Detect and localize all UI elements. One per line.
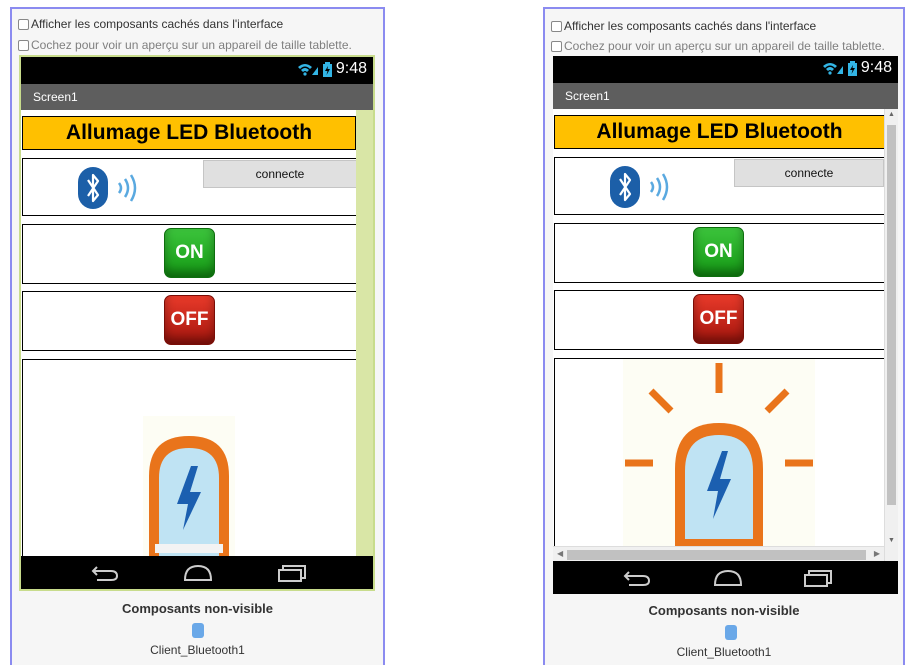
bluetooth-icon: [610, 166, 640, 208]
scroll-thumb[interactable]: [567, 550, 866, 560]
connect-button[interactable]: connecte: [734, 159, 884, 187]
scroll-right-icon[interactable]: ▶: [874, 549, 880, 558]
bluetooth-icon: [78, 167, 108, 209]
non-visible-title: Composants non-visible: [122, 601, 273, 616]
bluetooth-client-icon[interactable]: [725, 625, 737, 640]
signal-waves-icon: [649, 173, 669, 201]
screen-canvas: Allumage LED Bluetooth connecte ON: [553, 109, 898, 562]
off-label: OFF: [170, 309, 209, 330]
checkbox-box[interactable]: [551, 20, 562, 32]
led-off-image: [143, 416, 235, 560]
non-visible-component[interactable]: Client_Bluetooth1: [545, 645, 903, 659]
status-icons: 9:48: [297, 60, 367, 78]
non-visible-title: Composants non-visible: [648, 603, 800, 618]
tablet-preview-label: Cochez pour voir un aperçu sur un appare…: [564, 39, 885, 53]
show-hidden-checkbox[interactable]: Afficher les composants cachés dans l'in…: [551, 19, 816, 33]
battery-icon: [847, 60, 857, 76]
arrangement-lamp: [22, 359, 358, 560]
home-icon[interactable]: [713, 569, 743, 587]
show-hidden-label: Afficher les composants cachés dans l'in…: [564, 19, 817, 33]
on-label: ON: [175, 242, 204, 263]
scroll-left-icon[interactable]: ◀: [557, 549, 563, 558]
phone-mockup: 9:48 Screen1 Allumage LED Bluetooth conn: [553, 56, 898, 594]
designer-viewer-right: Afficher les composants cachés dans l'in…: [543, 7, 905, 665]
off-button[interactable]: OFF: [164, 295, 215, 345]
tablet-preview-checkbox[interactable]: Cochez pour voir un aperçu sur un appare…: [551, 39, 885, 53]
arrangement-lamp: [554, 358, 885, 549]
arrangement-on: ON: [22, 224, 358, 284]
home-icon[interactable]: [183, 564, 213, 582]
recents-icon[interactable]: [803, 569, 833, 587]
screen-title-bar: Screen1: [553, 83, 898, 109]
arrangement-connect[interactable]: connecte: [554, 157, 885, 215]
off-label: OFF: [699, 308, 738, 329]
off-button[interactable]: OFF: [693, 294, 744, 344]
led-on-image: [623, 359, 815, 549]
phone-mockup: 9:48 Screen1 Allumage LED Bluetooth conn: [19, 55, 375, 591]
battery-icon: [322, 61, 332, 77]
clock-text: 9:48: [335, 60, 367, 77]
on-button[interactable]: ON: [164, 228, 215, 278]
title-label[interactable]: Allumage LED Bluetooth: [22, 116, 356, 150]
back-icon[interactable]: [623, 569, 651, 587]
non-visible-component[interactable]: Client_Bluetooth1: [12, 643, 383, 657]
screen-title: Screen1: [33, 90, 78, 104]
checkbox-box[interactable]: [18, 18, 29, 30]
arrangement-off: OFF: [22, 291, 358, 351]
screen-canvas: Allumage LED Bluetooth connecte ON: [21, 110, 373, 560]
bluetooth-client-icon[interactable]: [192, 623, 204, 638]
on-button[interactable]: ON: [693, 227, 744, 277]
checkbox-box[interactable]: [551, 40, 562, 52]
android-nav-bar: [21, 556, 373, 589]
signal-waves-icon: [117, 174, 137, 202]
show-hidden-checkbox[interactable]: Afficher les composants cachés dans l'in…: [18, 17, 283, 31]
arrangement-connect[interactable]: connecte: [22, 158, 358, 216]
arrangement-off: OFF: [554, 290, 885, 350]
screen-title: Screen1: [565, 89, 610, 103]
android-nav-bar: [553, 561, 898, 594]
arrangement-on: ON: [554, 223, 885, 283]
status-bar: 9:48: [553, 56, 898, 83]
vertical-scrollbar[interactable]: [356, 110, 373, 560]
screen-title-bar: Screen1: [21, 84, 373, 110]
horizontal-scrollbar[interactable]: ◀ ▶: [553, 546, 884, 562]
wifi-icon: [297, 64, 318, 76]
scroll-up-icon[interactable]: ▲: [885, 111, 898, 118]
show-hidden-label: Afficher les composants cachés dans l'in…: [31, 17, 284, 31]
back-icon[interactable]: [91, 564, 119, 582]
checkbox-box[interactable]: [18, 39, 29, 51]
designer-viewer-left: Afficher les composants cachés dans l'in…: [10, 7, 385, 665]
wifi-icon: [822, 63, 843, 75]
connect-button[interactable]: connecte: [203, 160, 357, 188]
on-label: ON: [704, 241, 733, 262]
tablet-preview-label: Cochez pour voir un aperçu sur un appare…: [31, 38, 352, 52]
clock-text: 9:48: [860, 59, 892, 76]
scroll-down-icon[interactable]: ▼: [885, 537, 898, 544]
status-icons: 9:48: [822, 59, 892, 77]
title-label[interactable]: Allumage LED Bluetooth: [554, 115, 885, 149]
tablet-preview-checkbox[interactable]: Cochez pour voir un aperçu sur un appare…: [18, 38, 352, 52]
scroll-thumb[interactable]: [887, 125, 896, 505]
vertical-scrollbar[interactable]: ▲ ▼: [884, 109, 898, 562]
recents-icon[interactable]: [277, 564, 307, 582]
status-bar: 9:48: [21, 57, 373, 84]
